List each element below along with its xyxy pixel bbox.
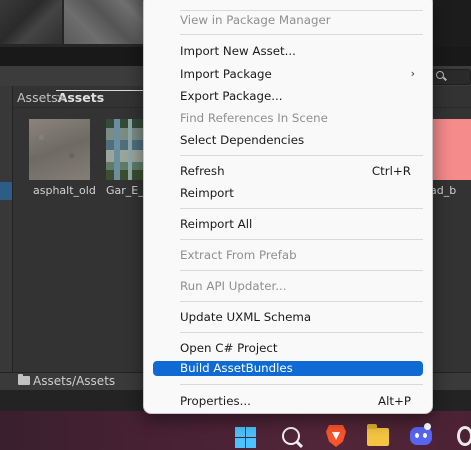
menu-item-open-csharp-project[interactable]: Open C# Project xyxy=(153,338,423,358)
search-icon[interactable] xyxy=(282,427,300,445)
scene-view-dark-area xyxy=(430,0,471,47)
menu-separator xyxy=(180,301,423,302)
menu-separator xyxy=(180,155,423,156)
folder-icon xyxy=(18,374,30,385)
notification-badge xyxy=(424,423,431,430)
search-icon xyxy=(436,71,444,79)
selected-folder-row[interactable] xyxy=(0,182,12,200)
project-folder-tree[interactable] xyxy=(0,86,13,372)
menu-separator xyxy=(180,208,423,209)
asset-label: ad_b xyxy=(430,184,457,197)
project-search-input[interactable] xyxy=(432,69,471,85)
app-icon[interactable] xyxy=(457,426,471,446)
asset-thumbnail-asphalt[interactable] xyxy=(29,119,90,180)
menu-item-import-new-asset[interactable]: Import New Asset... xyxy=(153,41,423,61)
menu-item-refresh[interactable]: Refresh Ctrl+R xyxy=(153,161,423,181)
menu-item-view-in-package-manager: View in Package Manager xyxy=(180,13,331,27)
shortcut-label: Ctrl+R xyxy=(371,164,411,178)
menu-item-import-package[interactable]: Import Package › xyxy=(153,64,423,84)
context-menu: View in Package Manager Import New Asset… xyxy=(143,0,433,414)
menu-item-run-api-updater: Run API Updater... xyxy=(180,279,287,293)
file-explorer-icon[interactable] xyxy=(367,424,389,446)
menu-separator xyxy=(180,34,423,35)
footer-path: Assets/Assets xyxy=(33,374,116,388)
menu-separator xyxy=(180,332,423,333)
windows-start-icon[interactable] xyxy=(235,427,257,449)
menu-item-select-dependencies[interactable]: Select Dependencies xyxy=(153,130,423,150)
menu-separator xyxy=(180,270,423,271)
menu-item-properties[interactable]: Properties... Alt+P xyxy=(153,391,423,411)
scene-preview-left xyxy=(0,0,62,44)
menu-item-reimport[interactable]: Reimport xyxy=(153,183,423,203)
chevron-right-icon: › xyxy=(410,67,415,80)
menu-item-find-references-in-scene: Find References In Scene xyxy=(180,111,328,125)
menu-item-update-uxml-schema[interactable]: Update UXML Schema xyxy=(153,307,423,327)
menu-separator xyxy=(180,239,423,240)
menu-item-reimport-all[interactable]: Reimport All xyxy=(153,214,423,234)
breadcrumb-item[interactable]: Assets xyxy=(17,90,58,105)
menu-item-build-assetbundles[interactable]: Build AssetBundles xyxy=(153,361,423,376)
menu-item-extract-from-prefab: Extract From Prefab xyxy=(180,248,297,262)
menu-separator xyxy=(180,384,423,385)
breadcrumb: Assets > Assets xyxy=(17,90,299,105)
shortcut-label: Alt+P xyxy=(378,394,411,408)
asset-label: asphalt_old xyxy=(33,184,96,197)
asset-thumbnail-red[interactable] xyxy=(430,119,471,180)
menu-item-export-package[interactable]: Export Package... xyxy=(153,86,423,106)
scene-preview-right xyxy=(64,0,146,44)
